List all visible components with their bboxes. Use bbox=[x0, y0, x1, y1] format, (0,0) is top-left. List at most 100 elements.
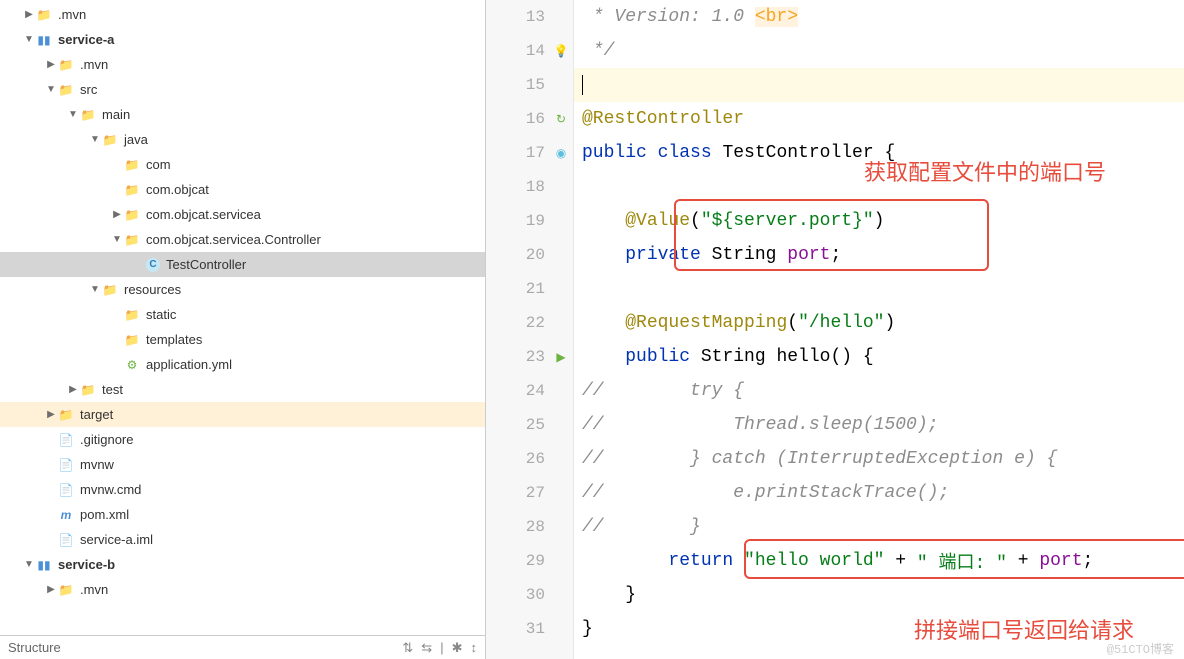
play-icon[interactable]: ▶ bbox=[553, 349, 569, 365]
annotation-top: 获取配置文件中的端口号 bbox=[864, 155, 1106, 187]
line-number: 18 bbox=[486, 170, 573, 204]
expand-arrow[interactable] bbox=[110, 308, 124, 322]
sort-icon[interactable]: ⇅ bbox=[402, 640, 413, 656]
tree-item[interactable]: ▼📁main bbox=[0, 102, 485, 127]
tree-item-label: com bbox=[146, 157, 171, 172]
tree-item-label: .mvn bbox=[58, 7, 86, 22]
tree-item[interactable]: ▶📁target bbox=[0, 402, 485, 427]
tree-item[interactable]: 📄mvnw bbox=[0, 452, 485, 477]
expand-arrow[interactable] bbox=[132, 258, 146, 272]
tree-item[interactable]: ▼📁java bbox=[0, 127, 485, 152]
tree-item[interactable]: 📁com bbox=[0, 152, 485, 177]
code-line[interactable]: @Value("${server.port}") bbox=[574, 204, 1184, 238]
code-line[interactable]: // Thread.sleep(1500); bbox=[574, 408, 1184, 442]
expand-arrow[interactable]: ▶ bbox=[22, 8, 36, 22]
line-number: 13 bbox=[486, 0, 573, 34]
expand-arrow[interactable]: ▼ bbox=[22, 33, 36, 47]
line-number: 29 bbox=[486, 544, 573, 578]
filter-icon[interactable]: ⇆ bbox=[421, 640, 432, 656]
class-marker-icon[interactable]: ◉ bbox=[553, 145, 569, 161]
tree-item[interactable]: ▶📁.mvn bbox=[0, 52, 485, 77]
expand-arrow[interactable] bbox=[110, 333, 124, 347]
tree-item[interactable]: ▼▮▮service-a bbox=[0, 27, 485, 52]
tree-item[interactable]: 📄service-a.iml bbox=[0, 527, 485, 552]
tree-item-label: service-a bbox=[58, 32, 114, 47]
expand-arrow[interactable] bbox=[44, 483, 58, 497]
tree-item[interactable]: ▶📁.mvn bbox=[0, 577, 485, 602]
tree-item-label: main bbox=[102, 107, 130, 122]
line-number: 21 bbox=[486, 272, 573, 306]
code-line[interactable] bbox=[574, 68, 1184, 102]
tree-item[interactable]: ▶📁com.objcat.servicea bbox=[0, 202, 485, 227]
structure-bar[interactable]: Structure ⇅ ⇆ | ✱ ↕ bbox=[0, 635, 485, 659]
expand-arrow[interactable]: ▶ bbox=[110, 208, 124, 222]
code-line[interactable]: return "hello world" + " 端口: " + port; bbox=[574, 544, 1184, 578]
code-area[interactable]: 获取配置文件中的端口号 拼接端口号返回给请求 @51CTO博客 * Versio… bbox=[574, 0, 1184, 659]
code-line[interactable]: private String port; bbox=[574, 238, 1184, 272]
expand-arrow[interactable]: ▼ bbox=[44, 83, 58, 97]
tree-item-label: .gitignore bbox=[80, 432, 133, 447]
expand-arrow[interactable] bbox=[44, 433, 58, 447]
code-line[interactable]: * Version: 1.0 <br> bbox=[574, 0, 1184, 34]
expand-arrow[interactable] bbox=[44, 533, 58, 547]
tree-item[interactable]: mpom.xml bbox=[0, 502, 485, 527]
tree-item-label: templates bbox=[146, 332, 202, 347]
tree-item[interactable]: ▶📁test bbox=[0, 377, 485, 402]
code-line[interactable]: // try { bbox=[574, 374, 1184, 408]
code-line[interactable]: public String hello() { bbox=[574, 340, 1184, 374]
code-line[interactable]: // } catch (InterruptedException e) { bbox=[574, 442, 1184, 476]
expand-arrow[interactable]: ▼ bbox=[66, 108, 80, 122]
tree-item[interactable]: ⚙application.yml bbox=[0, 352, 485, 377]
expand-arrow[interactable]: ▶ bbox=[66, 383, 80, 397]
tree-item[interactable]: 📁static bbox=[0, 302, 485, 327]
tree-item[interactable]: 📁templates bbox=[0, 327, 485, 352]
tree-item[interactable]: 📁com.objcat bbox=[0, 177, 485, 202]
expand-arrow[interactable] bbox=[44, 508, 58, 522]
tree-item[interactable]: ▼📁src bbox=[0, 77, 485, 102]
tree-item[interactable]: ▼▮▮service-b bbox=[0, 552, 485, 577]
expand-arrow[interactable]: ▼ bbox=[110, 233, 124, 247]
expand-arrow[interactable] bbox=[44, 458, 58, 472]
tree-item-label: src bbox=[80, 82, 97, 97]
run-marker-icon[interactable]: ↻ bbox=[553, 111, 569, 127]
line-number: 24 bbox=[486, 374, 573, 408]
expand-arrow[interactable]: ▶ bbox=[44, 408, 58, 422]
bulb-icon[interactable]: 💡 bbox=[553, 43, 569, 59]
code-editor[interactable]: 1314💡1516↻17◉181920212223▶24252627282930… bbox=[486, 0, 1184, 659]
tree-item[interactable]: 📄mvnw.cmd bbox=[0, 477, 485, 502]
structure-label: Structure bbox=[8, 640, 61, 655]
expand-arrow[interactable]: ▼ bbox=[22, 558, 36, 572]
expand-arrow[interactable]: ▶ bbox=[44, 58, 58, 72]
tree-item-label: java bbox=[124, 132, 148, 147]
expand-arrow[interactable] bbox=[110, 183, 124, 197]
line-number: 23▶ bbox=[486, 340, 573, 374]
collapse-icon[interactable]: ↕ bbox=[471, 640, 478, 656]
tree-item[interactable]: ▼📁com.objcat.servicea.Controller bbox=[0, 227, 485, 252]
project-sidebar: ▶📁.mvn▼▮▮service-a▶📁.mvn▼📁src▼📁main▼📁jav… bbox=[0, 0, 486, 659]
code-line[interactable]: */ bbox=[574, 34, 1184, 68]
expand-arrow[interactable]: ▶ bbox=[44, 583, 58, 597]
tree-item-label: com.objcat.servicea.Controller bbox=[146, 232, 321, 247]
code-line[interactable]: // } bbox=[574, 510, 1184, 544]
tree-item[interactable]: ▶📁.mvn bbox=[0, 2, 485, 27]
settings-icon[interactable]: ✱ bbox=[452, 640, 463, 656]
line-number: 16↻ bbox=[486, 102, 573, 136]
line-number: 22 bbox=[486, 306, 573, 340]
expand-arrow[interactable] bbox=[110, 158, 124, 172]
expand-arrow[interactable]: ▼ bbox=[88, 283, 102, 297]
code-line[interactable]: // e.printStackTrace(); bbox=[574, 476, 1184, 510]
tree-item-label: .mvn bbox=[80, 582, 108, 597]
tree-item[interactable]: ▼📁resources bbox=[0, 277, 485, 302]
project-tree[interactable]: ▶📁.mvn▼▮▮service-a▶📁.mvn▼📁src▼📁main▼📁jav… bbox=[0, 0, 485, 635]
code-line[interactable]: @RequestMapping("/hello") bbox=[574, 306, 1184, 340]
expand-arrow[interactable] bbox=[110, 358, 124, 372]
tree-item-label: test bbox=[102, 382, 123, 397]
tree-item[interactable]: CTestController bbox=[0, 252, 485, 277]
editor-gutter: 1314💡1516↻17◉181920212223▶24252627282930… bbox=[486, 0, 574, 659]
code-line[interactable]: } bbox=[574, 578, 1184, 612]
expand-arrow[interactable]: ▼ bbox=[88, 133, 102, 147]
code-line[interactable]: @RestController bbox=[574, 102, 1184, 136]
line-number: 25 bbox=[486, 408, 573, 442]
tree-item[interactable]: 📄.gitignore bbox=[0, 427, 485, 452]
code-line[interactable] bbox=[574, 272, 1184, 306]
